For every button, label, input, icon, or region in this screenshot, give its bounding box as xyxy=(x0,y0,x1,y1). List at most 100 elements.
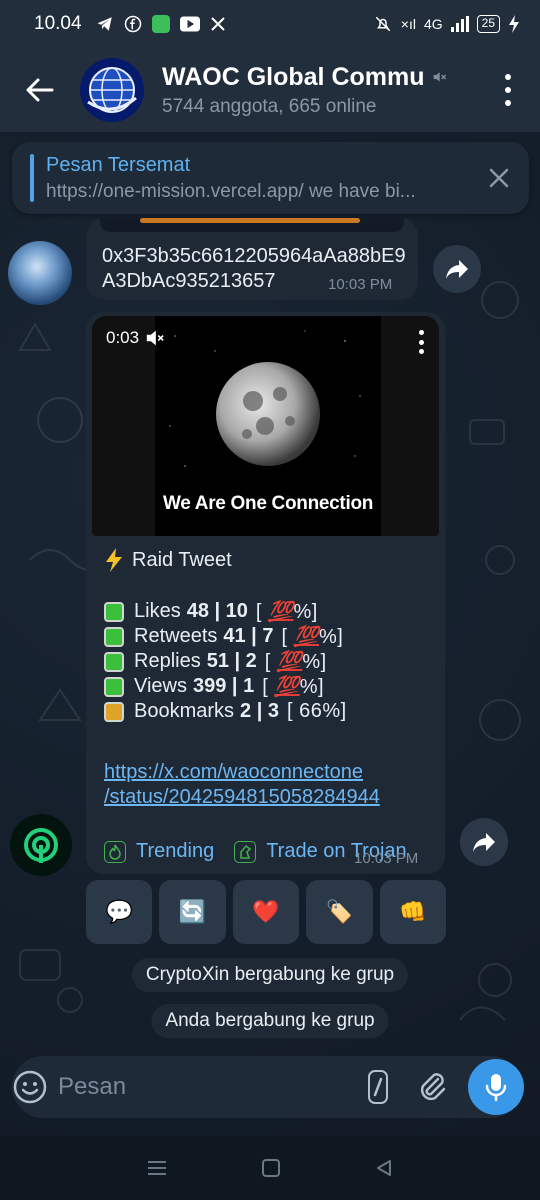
pinned-snippet: https://one-mission.vercel.app/ we have … xyxy=(46,180,416,202)
status-time: 10.04 xyxy=(34,13,82,34)
punch-button[interactable]: 👊 xyxy=(379,880,447,944)
tweet-link-line1[interactable]: https://x.com/waoconnectone xyxy=(104,760,434,785)
muted-speaker-icon[interactable] xyxy=(145,329,165,347)
stat-row-replies: Replies 51 | 2 [ 💯%] xyxy=(104,649,434,674)
x-notification-icon xyxy=(210,17,225,31)
stat-label: Retweets xyxy=(134,625,218,647)
bookmark-button[interactable]: 🏷️ xyxy=(306,880,373,944)
back-button[interactable] xyxy=(0,48,80,132)
header-text[interactable]: WAOC Global Commu 5744 anggota, 665 onli… xyxy=(162,63,452,118)
chat-header[interactable]: WAOC Global Commu 5744 anggota, 665 onli… xyxy=(0,48,540,132)
stat-numbers: 399 | 1 xyxy=(193,675,255,697)
retweet-button[interactable]: 🔄 xyxy=(159,880,226,944)
emoji-button[interactable] xyxy=(12,1056,48,1118)
group-title: WAOC Global Commu xyxy=(162,62,425,91)
stat-percent: [ 66%] xyxy=(287,700,347,722)
telegram-notification-icon xyxy=(97,17,112,31)
stat-numbers: 41 | 7 xyxy=(223,625,274,647)
pinned-title: Pesan Tersemat xyxy=(46,153,191,176)
hundred-points-icon: 💯 xyxy=(268,601,294,623)
voice-record-button[interactable] xyxy=(468,1059,524,1115)
message-bubble[interactable]: 0x3F3b35c6612205964aAa88bE9A3DbAc9352136… xyxy=(86,218,418,300)
muted-icon xyxy=(433,72,446,82)
stat-numbers: 2 | 3 xyxy=(240,700,279,722)
comment-button[interactable]: 💬 xyxy=(86,880,153,944)
video-caption: We Are One Connection xyxy=(162,493,374,514)
back-arrow-icon xyxy=(26,78,54,102)
forward-arrow-icon xyxy=(446,260,468,279)
battery-indicator: 25 xyxy=(476,15,500,33)
video-frame: We Are One Connection xyxy=(155,316,381,536)
system-navigation-bar xyxy=(0,1136,540,1200)
message-time: 10:03 PM xyxy=(354,850,419,867)
home-square-icon[interactable] xyxy=(261,1158,281,1178)
stat-percent: [ 💯%] xyxy=(262,676,325,698)
video-duration: 0:03 xyxy=(106,328,165,348)
video-options-button[interactable] xyxy=(417,330,425,354)
video-duration-text: 0:03 xyxy=(106,328,140,347)
microphone-icon xyxy=(485,1074,507,1102)
stat-numbers: 48 | 10 xyxy=(186,600,248,622)
message-composer xyxy=(12,1056,522,1118)
message-input[interactable] xyxy=(58,1067,368,1107)
back-triangle-icon[interactable] xyxy=(374,1158,394,1178)
stat-label: Replies xyxy=(134,650,201,672)
raid-title-text: Raid Tweet xyxy=(132,548,232,571)
facebook-notification-icon xyxy=(124,15,141,33)
stat-label: Views xyxy=(134,675,187,697)
stat-row-likes: Likes 48 | 10 [ 💯%] xyxy=(104,599,434,624)
lightning-icon xyxy=(106,548,122,572)
message-time: 10:03 PM xyxy=(328,276,393,293)
repeat-icon: 🔄 xyxy=(178,899,207,924)
pinned-indicator xyxy=(30,154,34,202)
service-message: CryptoXin bergabung ke grup xyxy=(131,958,409,992)
youtube-notification-icon xyxy=(179,16,200,32)
stat-percent: [ 💯%] xyxy=(255,601,318,623)
bot-commands-button[interactable] xyxy=(368,1070,388,1104)
group-subtitle: 5744 anggota, 665 online xyxy=(162,95,377,117)
stat-numbers: 51 | 2 xyxy=(206,650,257,672)
network-type: 4G xyxy=(423,16,443,32)
globe-logo-icon xyxy=(80,58,144,122)
stat-label: Likes xyxy=(134,600,181,622)
dnd-off-icon xyxy=(375,16,391,32)
trojan-icon xyxy=(234,840,257,863)
stat-percent-value: 66 xyxy=(299,700,323,722)
tweet-link[interactable]: https://x.com/waoconnectone /status/2042… xyxy=(104,760,434,810)
video-preview[interactable]: We Are One Connection 0:03 xyxy=(92,316,439,536)
stat-percent: [ 💯%] xyxy=(264,651,327,673)
stat-percent: [ 💯%] xyxy=(281,626,344,648)
forward-arrow-icon xyxy=(473,833,495,852)
forward-button[interactable] xyxy=(433,245,481,293)
inline-buttons: 💬 🔄 ❤️ 🏷️ 👊 xyxy=(86,880,447,944)
hundred-points-icon: 💯 xyxy=(276,651,303,673)
attach-button[interactable] xyxy=(416,1070,448,1104)
emoji-icon xyxy=(13,1070,47,1104)
trending-link[interactable]: Trending xyxy=(136,840,214,863)
stat-list: Likes 48 | 10 [ 💯%] Retweets 41 | 7 [ 💯%… xyxy=(104,599,434,724)
bot-avatar[interactable] xyxy=(10,814,72,876)
recents-menu-icon[interactable] xyxy=(146,1159,168,1177)
green-square-icon xyxy=(104,626,124,647)
close-pinned-icon[interactable] xyxy=(487,166,511,190)
paperclip-icon xyxy=(420,1073,446,1101)
pinned-message[interactable]: Pesan Tersemat https://one-mission.verce… xyxy=(12,142,529,214)
charging-icon xyxy=(509,15,519,33)
messages-notification-icon xyxy=(151,15,170,33)
orange-square-icon xyxy=(104,701,124,722)
status-system-icons: ×ıl 4G 25 xyxy=(373,15,520,33)
forward-button[interactable] xyxy=(460,818,508,866)
flame-icon xyxy=(104,840,126,863)
raid-content: Raid Tweet Likes 48 | 10 [ 💯%] Retweets … xyxy=(104,546,434,863)
tweet-link-line2[interactable]: /status/2042594815058284944 xyxy=(104,785,434,810)
hundred-points-icon: 💯 xyxy=(274,676,300,698)
raid-message-bubble[interactable]: We Are One Connection 0:03 Raid Tweet Li… xyxy=(86,312,445,874)
raid-title: Raid Tweet xyxy=(104,546,434,574)
user-avatar[interactable] xyxy=(8,241,72,305)
more-options-button[interactable] xyxy=(500,74,516,106)
hundred-points-icon: 💯 xyxy=(293,626,319,648)
like-button[interactable]: ❤️ xyxy=(232,880,300,944)
green-square-icon xyxy=(104,651,124,672)
signal-icon xyxy=(450,16,469,32)
group-avatar[interactable] xyxy=(80,58,144,122)
